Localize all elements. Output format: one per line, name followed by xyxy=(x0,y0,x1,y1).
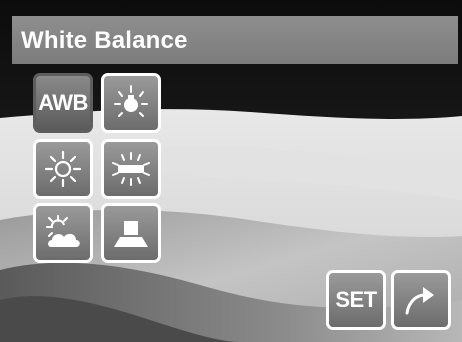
awb-label: AWB xyxy=(38,90,88,115)
cloudy-icon xyxy=(46,215,80,247)
return-arrow-icon xyxy=(405,287,434,315)
awb-button[interactable]: AWB xyxy=(33,73,93,133)
camera-screen: White Balance AWB SET xyxy=(0,0,462,342)
custom-wb-icon xyxy=(114,221,148,247)
return-button[interactable] xyxy=(391,270,451,330)
daylight-icon xyxy=(44,150,82,188)
page-title: White Balance xyxy=(21,27,188,54)
custom-wb-button[interactable] xyxy=(101,203,161,263)
fluorescent-button[interactable] xyxy=(101,139,161,199)
cloudy-button[interactable] xyxy=(33,203,93,263)
daylight-button[interactable] xyxy=(33,139,93,199)
set-button[interactable]: SET xyxy=(326,270,386,330)
incandescent-icon xyxy=(114,85,148,117)
incandescent-button[interactable] xyxy=(101,73,161,133)
set-label: SET xyxy=(335,287,377,312)
fluorescent-icon xyxy=(112,152,150,186)
